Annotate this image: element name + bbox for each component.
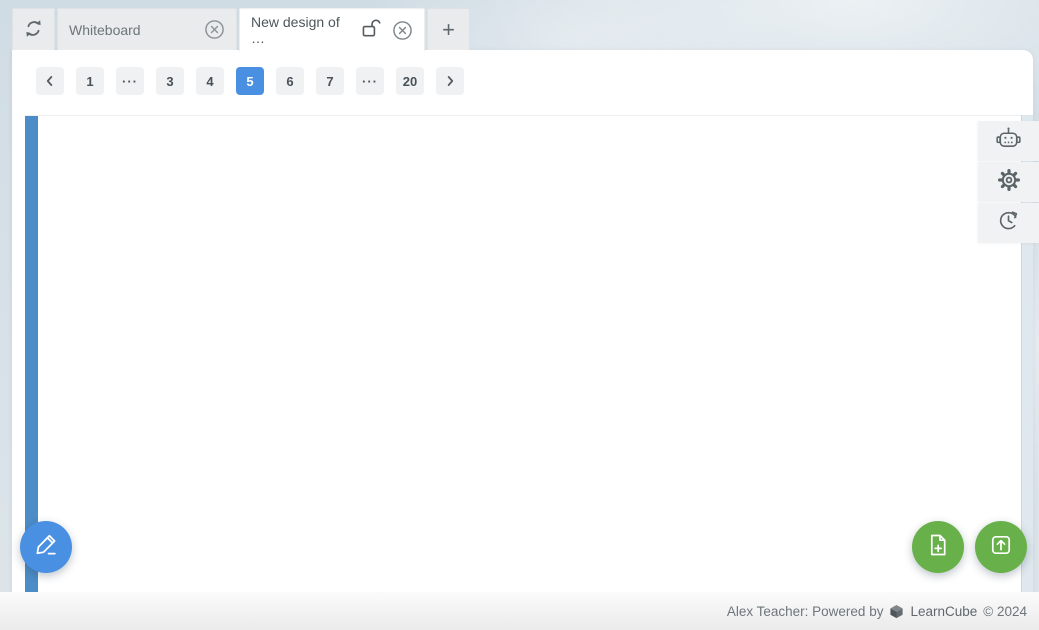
tab-whiteboard-label: Whiteboard (69, 22, 141, 38)
upload-icon (988, 532, 1014, 563)
footer: Alex Teacher: Powered by LearnCube © 202… (0, 592, 1039, 630)
footer-user-text: Alex Teacher: Powered by (727, 604, 884, 619)
settings-button[interactable] (978, 162, 1039, 202)
page-ellipsis-left[interactable]: ··· (116, 67, 144, 95)
robot-icon (995, 126, 1022, 156)
pagination: 1 ··· 3 4 5 6 7 ··· 20 (36, 67, 464, 95)
next-page-button[interactable] (436, 67, 464, 95)
side-tool-panel (978, 121, 1039, 244)
whiteboard-app: Whiteboard New design of … (0, 0, 1039, 630)
learncube-cube-icon (889, 604, 904, 619)
page-button-7[interactable]: 7 (316, 67, 344, 95)
unlock-icon[interactable] (360, 18, 385, 42)
tab-new-design[interactable]: New design of … (239, 8, 425, 51)
page-button-1[interactable]: 1 (76, 67, 104, 95)
add-tab-button[interactable]: + (427, 8, 470, 50)
history-button[interactable] (978, 203, 1039, 243)
plus-icon: + (442, 17, 455, 43)
footer-copyright: © 2024 (983, 604, 1027, 619)
page-ellipsis-right[interactable]: ··· (356, 67, 384, 95)
page-button-6[interactable]: 6 (276, 67, 304, 95)
new-page-icon (925, 532, 951, 563)
draw-tool-button[interactable] (20, 521, 72, 573)
close-tab-icon[interactable] (204, 19, 225, 40)
upload-button[interactable] (975, 521, 1027, 573)
tab-new-design-label: New design of … (251, 14, 354, 46)
prev-page-button[interactable] (36, 67, 64, 95)
whiteboard-canvas[interactable] (25, 115, 1021, 592)
refresh-icon (23, 18, 44, 42)
page-button-4[interactable]: 4 (196, 67, 224, 95)
footer-brand: LearnCube (910, 604, 977, 619)
refresh-tab-button[interactable] (12, 8, 55, 50)
page-edge-strip (25, 116, 38, 593)
ai-assistant-button[interactable] (978, 121, 1039, 161)
page-button-3[interactable]: 3 (156, 67, 184, 95)
gear-icon (997, 168, 1021, 197)
tab-bar: Whiteboard New design of … (12, 8, 472, 50)
history-icon (997, 209, 1020, 237)
tab-whiteboard[interactable]: Whiteboard (57, 8, 237, 50)
close-tab-icon[interactable] (392, 20, 413, 41)
page-button-20[interactable]: 20 (396, 67, 424, 95)
pencil-icon (33, 531, 60, 563)
add-page-button[interactable] (912, 521, 964, 573)
page-button-5-current[interactable]: 5 (236, 67, 264, 95)
